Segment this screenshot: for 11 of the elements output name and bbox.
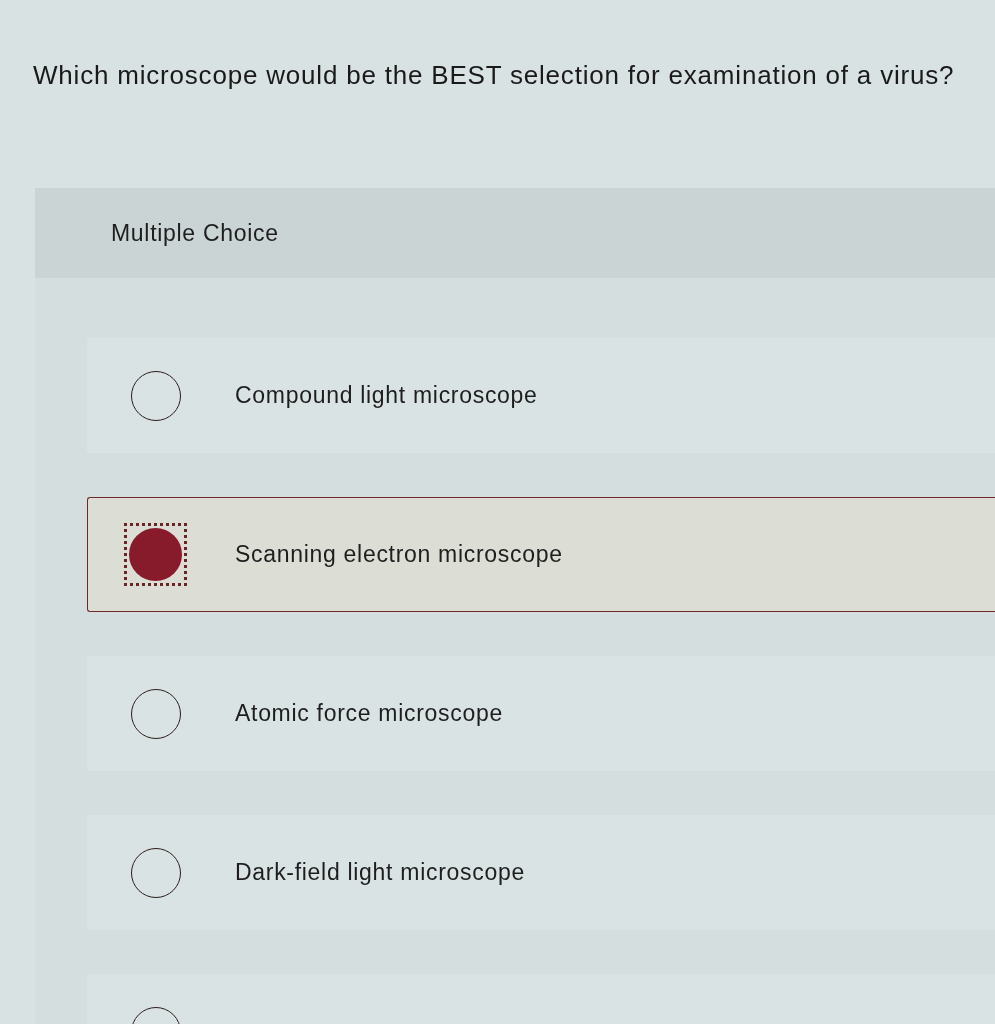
option-label: Dark-field light microscope [235, 859, 525, 886]
answer-option[interactable]: Compound light microscope [87, 338, 995, 453]
option-label: Scanning electron microscope [235, 541, 563, 568]
radio-button[interactable] [124, 523, 187, 586]
option-label: Compound light microscope [235, 382, 538, 409]
answer-option[interactable]: Dark-field light microscope [87, 815, 995, 930]
question-text: Which microscope would be the BEST selection for examination of a virus? [33, 59, 955, 92]
answer-option[interactable]: Atomic force microscope [87, 656, 995, 771]
option-label: Atomic force microscope [235, 700, 503, 727]
answer-option[interactable]: Scanning electron microscope [87, 497, 995, 612]
panel-heading: Multiple Choice [111, 219, 279, 247]
